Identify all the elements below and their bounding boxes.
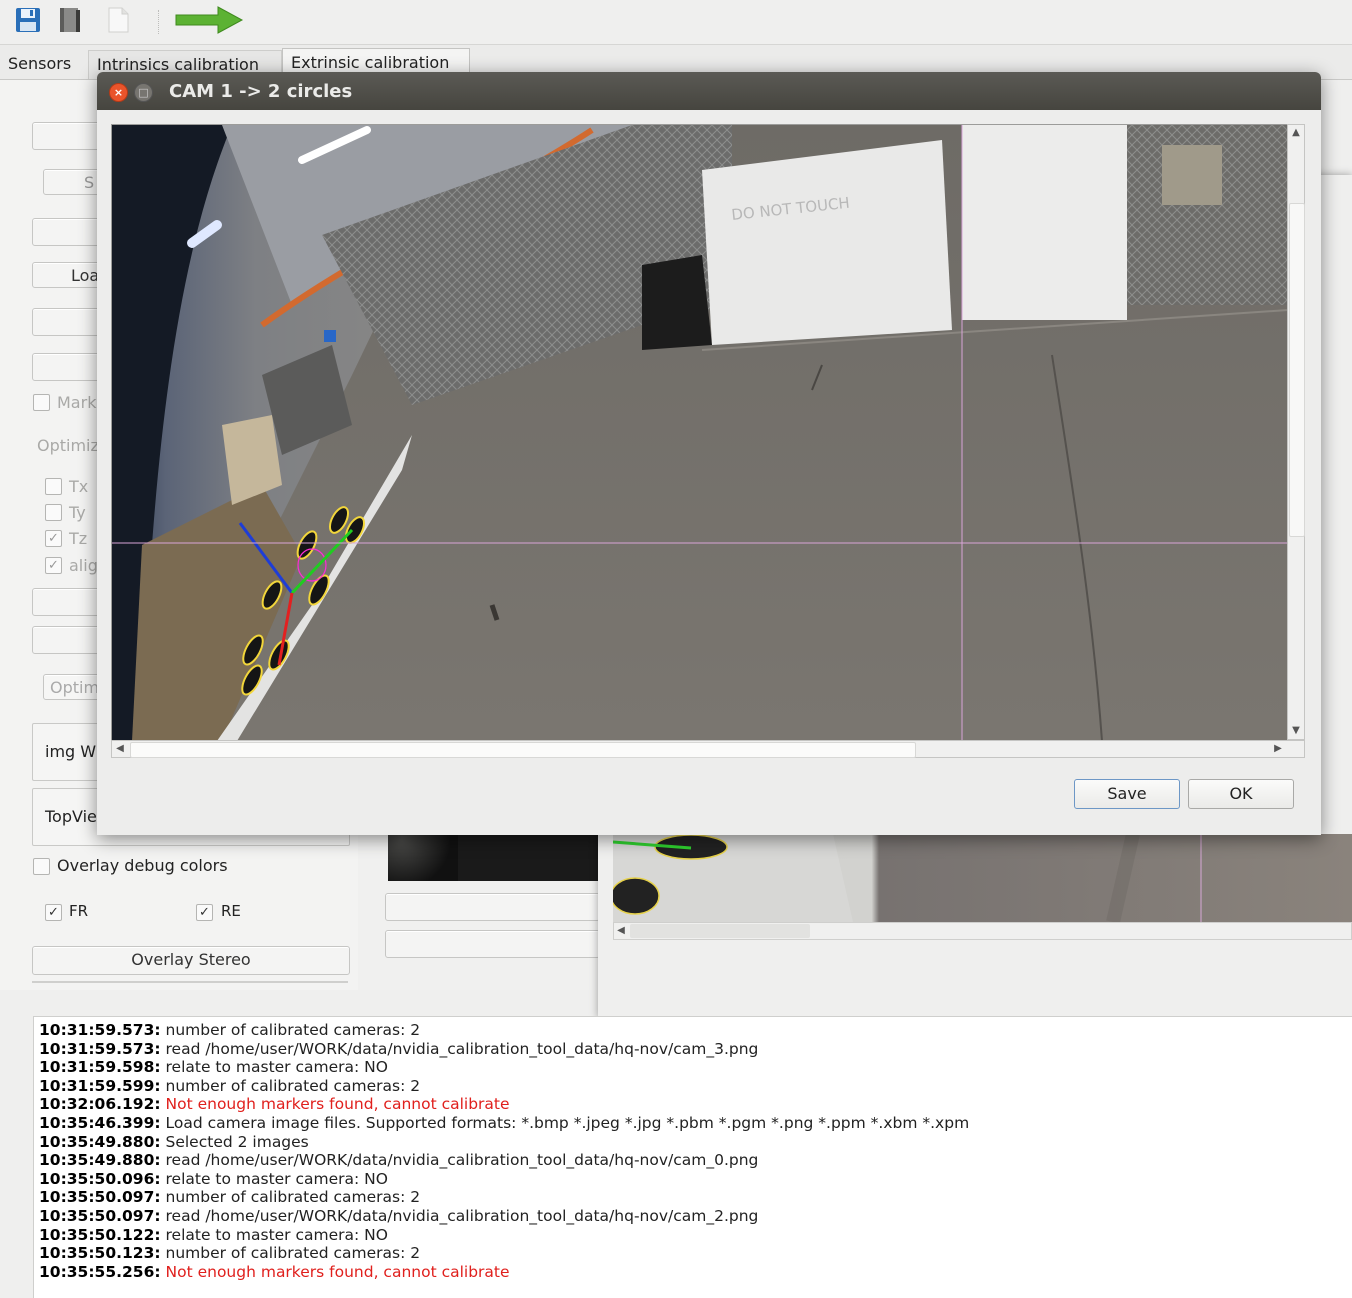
fr-label: FR (69, 902, 89, 920)
lens-edge (388, 835, 458, 881)
toolbar-separator (158, 10, 161, 34)
tx-label: Tx (69, 477, 89, 496)
book-icon[interactable] (56, 6, 84, 34)
middle-button-1[interactable] (385, 893, 600, 921)
tz-label: Tz (69, 529, 88, 548)
log-line: 10:31:59.573: number of calibrated camer… (39, 1021, 421, 1039)
optimize-label: Optimiz (37, 436, 99, 455)
align-label: alig (69, 556, 98, 575)
hscroll-thumb[interactable] (630, 924, 810, 938)
image-hscrollbar[interactable]: ◀ ▶ (111, 740, 1305, 758)
overlay-stereo-button[interactable]: Overlay Stereo (32, 946, 350, 975)
divider (32, 981, 348, 983)
marker-checkbox[interactable] (33, 394, 50, 411)
scroll-down-icon[interactable]: ▼ (1288, 723, 1304, 739)
close-icon[interactable]: × (109, 83, 128, 102)
background-hscrollbar[interactable]: ◀ (613, 922, 1352, 940)
hscroll-thumb[interactable] (130, 742, 916, 758)
log-line: 10:31:59.573: read /home/user/WORK/data/… (39, 1039, 759, 1058)
scroll-right-icon[interactable]: ▶ (1270, 741, 1286, 757)
toolbar (0, 0, 1352, 45)
topview-group-label: TopVie (45, 807, 97, 826)
dialog-titlebar[interactable]: × □ CAM 1 -> 2 circles (97, 72, 1321, 110)
ok-button[interactable]: OK (1188, 779, 1294, 809)
middle-panel (358, 835, 600, 990)
middle-preview-image (388, 835, 598, 881)
camera-image-view[interactable]: DO NOT TOUCH (111, 124, 1289, 742)
log-line: 10:35:50.097: read /home/user/WORK/data/… (39, 1206, 759, 1225)
align-checkbox[interactable]: ✓ (45, 557, 62, 574)
ty-label: Ty (69, 503, 86, 522)
middle-button-2[interactable] (385, 930, 600, 958)
log-line-error: 10:35:55.256: Not enough markers found, … (39, 1262, 510, 1281)
image-vscrollbar[interactable]: ▲ ▼ (1287, 124, 1305, 740)
tz-checkbox[interactable]: ✓ (45, 530, 62, 547)
maximize-icon[interactable]: □ (134, 83, 153, 102)
log-line: 10:35:50.122: relate to master camera: N… (39, 1225, 388, 1244)
log-line: 10:31:59.599: number of calibrated camer… (39, 1076, 421, 1095)
tx-checkbox[interactable] (45, 478, 62, 495)
log-line: 10:35:46.399: Load camera image files. S… (39, 1113, 970, 1132)
img-group-label: img W (45, 742, 97, 761)
calibration-dialog: × □ CAM 1 -> 2 circles DO NOT TOUCH ▲ ▼ … (97, 72, 1321, 835)
log-console[interactable]: 10:31:59.573: number of calibrated camer… (33, 1016, 1352, 1298)
log-line: 10:35:50.097: number of calibrated camer… (39, 1188, 421, 1207)
scroll-left-icon[interactable]: ◀ (112, 741, 128, 757)
log-line-error: 10:32:06.192: Not enough markers found, … (39, 1095, 510, 1114)
new-document-icon[interactable] (104, 6, 132, 34)
background-camera-image (613, 834, 1352, 922)
fr-checkbox[interactable]: ✓ (45, 904, 62, 921)
tab-sensors[interactable]: Sensors (0, 50, 79, 78)
marker-label: Mark (57, 393, 97, 412)
vscroll-thumb[interactable] (1289, 203, 1305, 537)
scroll-up-icon[interactable]: ▲ (1288, 125, 1304, 141)
re-label: RE (221, 902, 241, 920)
log-line: 10:35:50.123: number of calibrated camer… (39, 1244, 421, 1263)
ty-checkbox[interactable] (45, 504, 62, 521)
save-icon[interactable] (14, 6, 42, 34)
dialog-title: CAM 1 -> 2 circles (169, 81, 353, 102)
save-button[interactable]: Save (1074, 779, 1180, 809)
overlay-debug-checkbox[interactable] (33, 858, 50, 875)
log-line: 10:35:50.096: relate to master camera: N… (39, 1169, 388, 1188)
log-line: 10:35:49.880: Selected 2 images (39, 1132, 309, 1151)
re-checkbox[interactable]: ✓ (196, 904, 213, 921)
green-arrow-icon[interactable] (174, 6, 244, 34)
log-line: 10:35:49.880: read /home/user/WORK/data/… (39, 1151, 759, 1170)
log-line: 10:31:59.598: relate to master camera: N… (39, 1058, 388, 1077)
overlay-debug-label: Overlay debug colors (57, 856, 228, 875)
scroll-left-icon[interactable]: ◀ (614, 923, 628, 939)
